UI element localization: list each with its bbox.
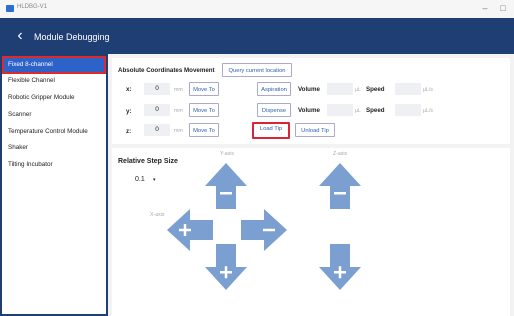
z-move-to-button[interactable]: Move To <box>189 123 219 137</box>
z-axis-caption: Z-axis <box>333 151 348 157</box>
sidebar-item-scanner[interactable]: Scanner <box>4 108 104 122</box>
y-axis-label: y: <box>126 108 132 115</box>
sidebar-item-temperature-control[interactable]: Temperature Control Module <box>4 125 104 139</box>
title-bar: HLDBG-V1 – □ <box>0 0 514 19</box>
aspiration-volume-field[interactable] <box>327 83 353 95</box>
step-size-dropdown[interactable]: 0.1 ▾ <box>118 172 164 188</box>
x-value: 0 <box>155 85 159 92</box>
x-plus-arrow-icon[interactable] <box>166 208 214 252</box>
aspiration-volume-unit: µL <box>355 87 361 93</box>
x-axis-caption: X-axis <box>150 212 165 218</box>
chevron-down-icon: ▾ <box>153 177 156 183</box>
step-size-value: 0.1 <box>135 176 145 183</box>
y-value: 0 <box>155 106 159 113</box>
aspiration-speed-label: Speed <box>366 86 385 93</box>
coordinates-panel: Absolute Coordinates Movement Query curr… <box>112 58 510 144</box>
aspiration-volume-label: Volume <box>298 86 320 93</box>
x-axis-label: x: <box>126 86 132 93</box>
window-title: HLDBG-V1 <box>17 4 48 10</box>
load-tip-button[interactable]: Load Tip <box>252 122 290 139</box>
sidebar-item-flexible-channel[interactable]: Flexible Channel <box>4 74 104 88</box>
x-move-to-button[interactable]: Move To <box>189 82 219 96</box>
aspiration-speed-field[interactable] <box>395 83 421 95</box>
app-header: ‹ Module Debugging <box>0 18 514 54</box>
z-plus-arrow-icon[interactable] <box>318 243 362 291</box>
back-arrow-icon[interactable]: ‹ <box>11 26 29 46</box>
aspiration-button[interactable]: Aspiration <box>257 82 291 96</box>
dispense-volume-field[interactable] <box>327 104 353 116</box>
restore-icon[interactable]: □ <box>494 1 512 15</box>
y-move-to-button[interactable]: Move To <box>189 103 219 117</box>
y-unit: mm <box>174 108 183 114</box>
unload-tip-button[interactable]: Unload Tip <box>295 123 335 137</box>
sidebar-item-fixed-8-channel[interactable]: Fixed 8-channel <box>2 56 106 74</box>
dispense-volume-unit: µL <box>355 108 361 114</box>
movement-title: Absolute Coordinates Movement <box>118 67 215 74</box>
module-sidebar: Fixed 8-channel Flexible Channel Robotic… <box>0 54 108 316</box>
app-icon <box>6 5 14 12</box>
x-minus-arrow-icon[interactable] <box>240 208 288 252</box>
dispense-speed-label: Speed <box>366 107 385 114</box>
z-unit: mm <box>174 128 183 134</box>
aspiration-speed-unit: µL/s <box>423 87 433 93</box>
z-axis-label: z: <box>126 128 132 135</box>
dispense-speed-field[interactable] <box>395 104 421 116</box>
z-value: 0 <box>155 126 159 133</box>
step-size-title: Relative Step Size <box>118 158 178 165</box>
dispense-button[interactable]: Dispense <box>257 103 291 117</box>
y-axis-caption: Y-axis <box>220 151 234 157</box>
x-unit: mm <box>174 87 183 93</box>
sidebar-item-robotic-gripper[interactable]: Robotic Gripper Module <box>4 91 104 105</box>
page-title: Module Debugging <box>34 32 110 42</box>
z-minus-arrow-icon[interactable] <box>318 162 362 210</box>
dispense-volume-label: Volume <box>298 107 320 114</box>
query-location-button[interactable]: Query current location <box>222 63 292 77</box>
sidebar-item-tilting-incubator[interactable]: Tilting Incubator <box>4 158 104 172</box>
relative-step-panel: Relative Step Size 0.1 ▾ Y-axis Z-axis X… <box>112 148 510 316</box>
y-minus-arrow-icon[interactable] <box>204 162 248 210</box>
dispense-speed-unit: µL/s <box>423 108 433 114</box>
sidebar-item-shaker[interactable]: Shaker <box>4 141 104 155</box>
minimize-icon[interactable]: – <box>476 1 494 15</box>
